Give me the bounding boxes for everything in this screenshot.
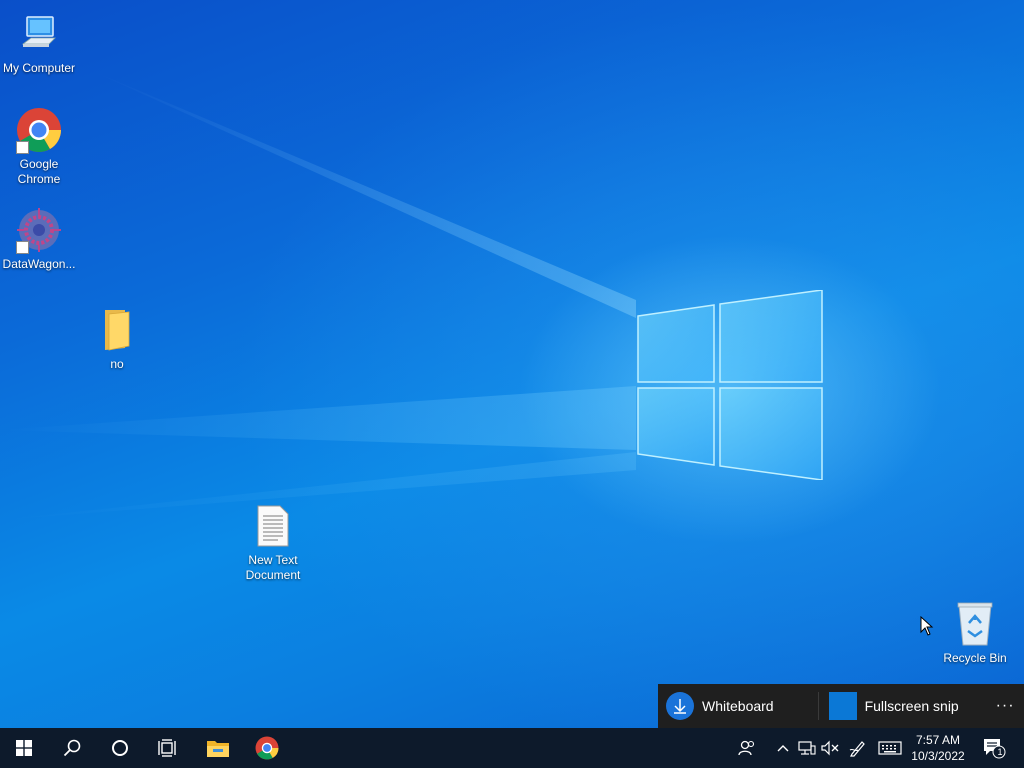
task-view-icon — [158, 739, 176, 757]
file-explorer-icon — [207, 741, 229, 757]
desktop-icon-label: Google Chrome — [17, 157, 61, 186]
action-center-button[interactable]: 1 — [980, 728, 1008, 768]
desktop-icon-new-text-document[interactable]: New Text Document — [234, 502, 312, 583]
volume-muted-icon — [821, 740, 839, 756]
chevron-up-icon — [777, 745, 789, 752]
clock-date: 10/3/2022 — [911, 749, 965, 763]
show-hidden-icons-button[interactable] — [774, 728, 792, 768]
fullscreen-snip-label: Fullscreen snip — [864, 698, 959, 714]
fullscreen-snip-icon — [828, 692, 857, 720]
windows-logo — [637, 290, 823, 480]
desktop-icon-datawagon[interactable]: DataWagon... — [0, 206, 78, 272]
start-button[interactable] — [0, 728, 48, 768]
shortcut-arrow-icon — [16, 241, 29, 254]
desktop-icon-google-chrome[interactable]: Google Chrome — [0, 106, 78, 187]
pen-icon — [849, 741, 865, 757]
desktop-icon-folder-no[interactable]: no — [78, 306, 156, 372]
chrome-taskbar-button[interactable] — [243, 728, 291, 768]
search-icon — [63, 739, 81, 757]
datawagon-icon — [15, 206, 63, 254]
people-button[interactable] — [734, 728, 760, 768]
desktop-icon-label: no — [110, 357, 124, 371]
desktop-icon-label: DataWagon... — [2, 257, 76, 271]
desktop-icon-label: Recycle Bin — [943, 651, 1007, 665]
taskbar: 7:57 AM 10/3/2022 1 — [0, 728, 1024, 768]
cortana-icon — [112, 740, 128, 756]
desktop-icon-label: New Text Document — [245, 553, 301, 582]
snip-sketch-toast: Whiteboard Fullscreen snip ··· — [658, 684, 1024, 728]
people-icon — [738, 740, 755, 756]
chrome-icon — [255, 736, 279, 760]
fullscreen-snip-button[interactable]: Fullscreen snip — [819, 684, 987, 728]
network-icon — [798, 741, 816, 755]
windows-ink-button[interactable] — [846, 728, 870, 768]
toast-more-button[interactable]: ··· — [986, 684, 1024, 728]
taskbar-clock[interactable]: 7:57 AM 10/3/2022 — [906, 732, 970, 764]
chrome-icon — [15, 106, 63, 154]
computer-icon — [15, 10, 63, 58]
network-button[interactable] — [796, 728, 818, 768]
start-icon — [16, 740, 32, 756]
recycle-bin-icon — [951, 600, 999, 648]
text-document-icon — [249, 502, 297, 550]
file-explorer-button[interactable] — [194, 728, 242, 768]
volume-button[interactable] — [820, 728, 840, 768]
notification-count-badge: 1 — [997, 747, 1003, 757]
desktop-icon-label: My Computer — [2, 61, 76, 75]
search-button[interactable] — [48, 728, 96, 768]
desktop-icon-my-computer[interactable]: My Computer — [0, 10, 78, 76]
whiteboard-label: Whiteboard — [702, 698, 774, 714]
keyboard-icon — [878, 741, 902, 755]
desktop-icon-recycle-bin[interactable]: Recycle Bin — [936, 600, 1014, 666]
mouse-cursor-icon — [920, 616, 934, 636]
whiteboard-button[interactable]: Whiteboard — [658, 684, 818, 728]
shortcut-arrow-icon — [16, 141, 29, 154]
cortana-button[interactable] — [96, 728, 144, 768]
folder-icon — [93, 306, 141, 354]
download-arrow-icon — [666, 692, 694, 720]
touch-keyboard-button[interactable] — [876, 728, 904, 768]
task-view-button[interactable] — [144, 728, 192, 768]
clock-time: 7:57 AM — [915, 733, 961, 747]
